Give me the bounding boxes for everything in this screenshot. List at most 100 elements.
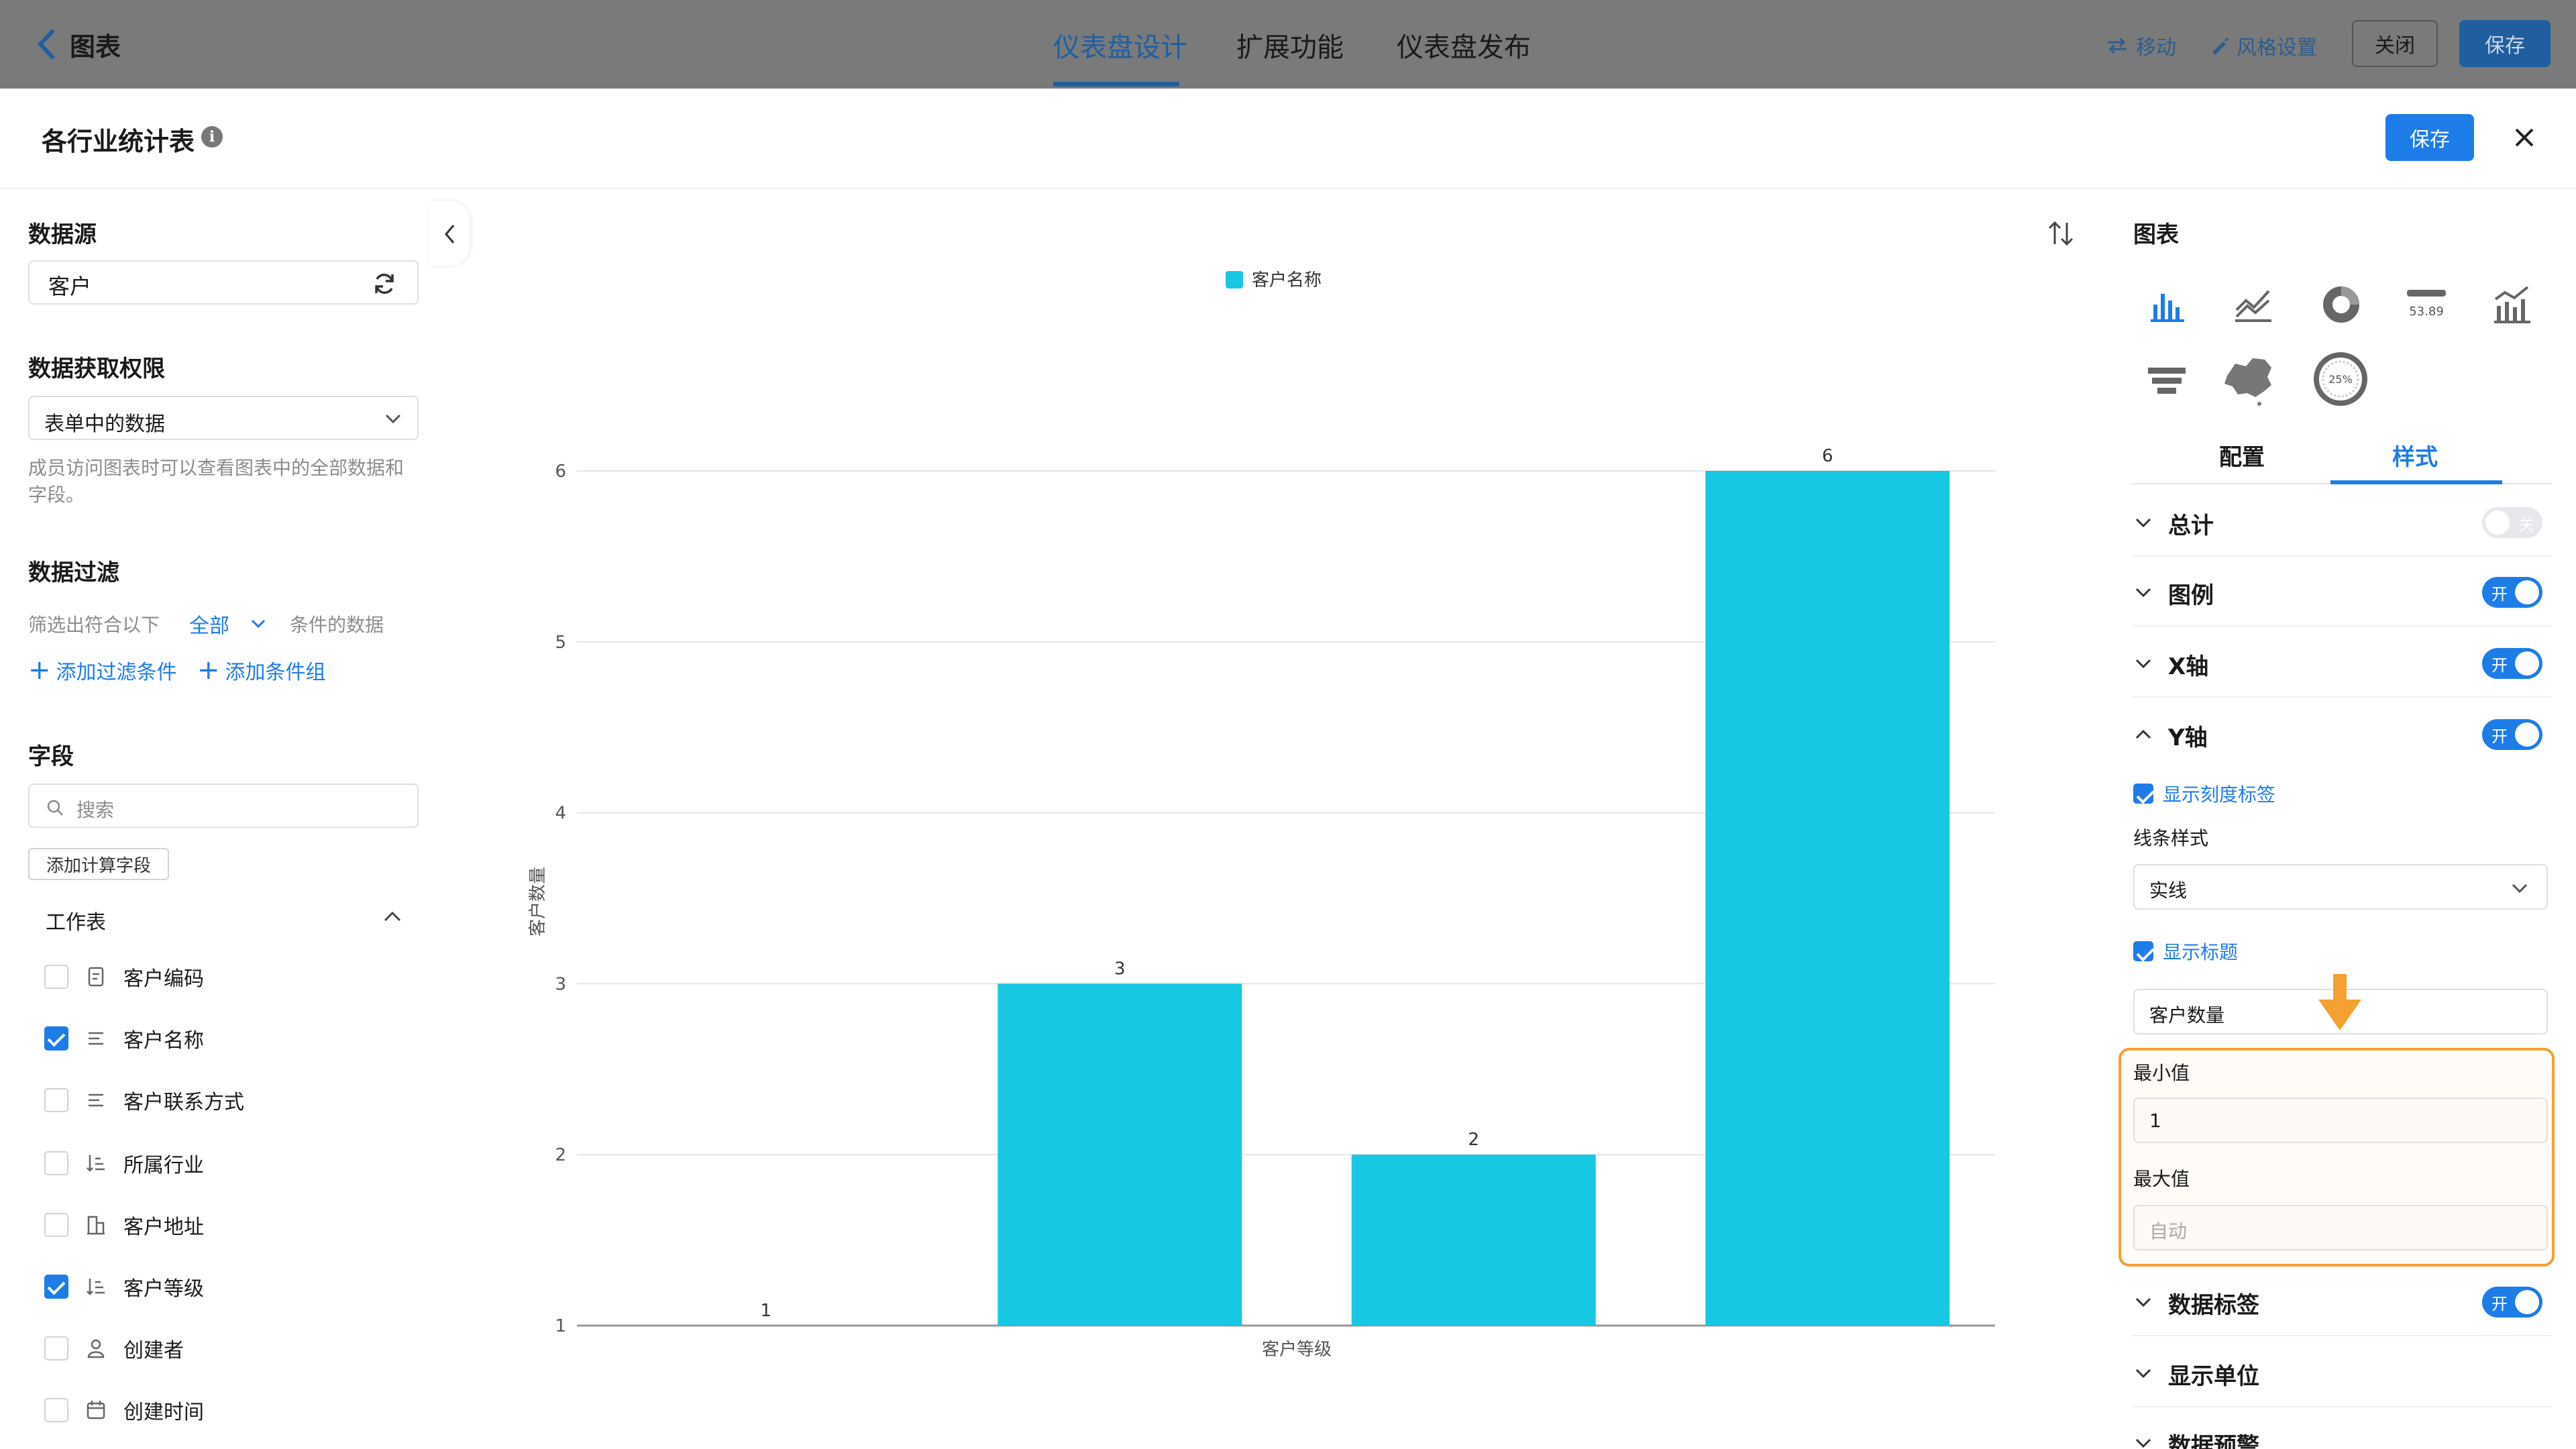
y-max-placeholder: 自动 bbox=[2149, 1220, 2188, 1242]
info-icon[interactable]: i bbox=[201, 126, 223, 148]
tab-style[interactable]: 样式 bbox=[2392, 439, 2438, 472]
sort-swap-icon[interactable] bbox=[2046, 219, 2076, 248]
x-axis-label: 客户等级 bbox=[1262, 1340, 1332, 1360]
indicator-card-icon[interactable]: 53.89 bbox=[2403, 282, 2450, 327]
field-checkbox[interactable] bbox=[44, 1336, 68, 1360]
combo-chart-icon[interactable] bbox=[2489, 282, 2534, 327]
chevron-down-icon bbox=[2135, 1368, 2151, 1379]
field-checkbox[interactable] bbox=[44, 1026, 68, 1051]
field-checkbox[interactable] bbox=[44, 1213, 68, 1237]
field-item[interactable]: 客户联系方式 bbox=[44, 1081, 244, 1119]
bar-chart-icon[interactable] bbox=[2144, 282, 2190, 327]
field-name: 客户编码 bbox=[123, 967, 204, 991]
calendar-icon bbox=[87, 1401, 105, 1419]
tab-config[interactable]: 配置 bbox=[2219, 439, 2265, 472]
fields-title: 字段 bbox=[28, 743, 74, 770]
add-filter-button[interactable]: + 添加过滤条件 bbox=[28, 655, 177, 686]
chevron-up-icon bbox=[2135, 729, 2151, 739]
data-labels-toggle[interactable]: 开 bbox=[2482, 1287, 2542, 1318]
bar bbox=[998, 983, 1242, 1326]
field-item[interactable]: 创建时间 bbox=[44, 1391, 204, 1429]
map-chart-icon[interactable] bbox=[2218, 350, 2279, 412]
add-group-button[interactable]: + 添加条件组 bbox=[197, 655, 326, 686]
ring-progress-icon[interactable]: 25% bbox=[2310, 349, 2371, 409]
field-checkbox[interactable] bbox=[44, 965, 68, 989]
refresh-icon[interactable] bbox=[372, 271, 397, 297]
tab-extensions[interactable]: 扩展功能 bbox=[1236, 25, 1344, 64]
show-title-checkbox[interactable] bbox=[2133, 941, 2153, 961]
field-checkbox[interactable] bbox=[44, 1151, 68, 1175]
toggle-text: 开 bbox=[2491, 1295, 2508, 1313]
legend-label: 客户名称 bbox=[1252, 270, 1322, 290]
back-label: 图表 bbox=[70, 32, 121, 62]
style-settings-button[interactable]: 风格设置 bbox=[2208, 31, 2317, 60]
tab-dashboard-design[interactable]: 仪表盘设计 bbox=[1053, 25, 1187, 64]
section-label: 显示单位 bbox=[2168, 1363, 2259, 1390]
back-button[interactable]: 图表 bbox=[35, 23, 121, 66]
chevron-down-icon bbox=[2135, 1297, 2151, 1307]
section-legend[interactable]: 图例 开 bbox=[2132, 557, 2552, 627]
y-min-label: 最小值 bbox=[2133, 1062, 2190, 1084]
filter-scope-select[interactable]: 全部 bbox=[189, 609, 267, 639]
section-data-warning[interactable]: 数据预警 bbox=[2132, 1407, 2552, 1449]
y-min-input[interactable]: 1 bbox=[2133, 1097, 2548, 1143]
section-display-unit[interactable]: 显示单位 bbox=[2132, 1338, 2552, 1407]
save-button[interactable]: 保存 bbox=[2385, 114, 2474, 161]
field-checkbox[interactable] bbox=[44, 1088, 68, 1112]
y-tick-labels: 1 2 3 4 5 6 bbox=[555, 462, 566, 1336]
chevron-down-icon bbox=[2135, 588, 2151, 598]
y-max-input[interactable]: 自动 bbox=[2133, 1205, 2548, 1250]
move-button[interactable]: 移动 bbox=[2105, 31, 2176, 60]
field-checkbox[interactable] bbox=[44, 1275, 68, 1299]
section-total[interactable]: 总计 关 bbox=[2132, 487, 2552, 557]
total-toggle[interactable]: 关 bbox=[2482, 507, 2542, 538]
section-xaxis[interactable]: X轴 开 bbox=[2132, 628, 2552, 698]
field-item[interactable]: 客户等级 bbox=[44, 1268, 204, 1305]
donut-chart-icon[interactable] bbox=[2318, 282, 2364, 327]
field-item[interactable]: 创建者 bbox=[44, 1330, 184, 1367]
chart-type-title: 图表 bbox=[2133, 221, 2179, 248]
top-save-button[interactable]: 保存 bbox=[2459, 20, 2551, 67]
yaxis-toggle[interactable]: 开 bbox=[2482, 719, 2542, 750]
xaxis-toggle[interactable]: 开 bbox=[2482, 648, 2542, 679]
section-data-labels[interactable]: 数据标签 开 bbox=[2132, 1267, 2552, 1336]
data-label: 6 bbox=[1822, 446, 1833, 466]
chart-bars bbox=[998, 471, 1950, 1326]
permission-select[interactable]: 表单中的数据 bbox=[28, 396, 419, 440]
data-label: 1 bbox=[760, 1301, 771, 1321]
field-search-input[interactable]: 搜索 bbox=[28, 784, 419, 828]
funnel-chart-icon[interactable] bbox=[2144, 358, 2190, 404]
show-tick-labels-checkbox[interactable] bbox=[2133, 784, 2153, 804]
collapse-panel-button[interactable] bbox=[429, 201, 470, 266]
chevron-up-icon[interactable] bbox=[382, 910, 402, 924]
toggle-text: 开 bbox=[2491, 585, 2508, 604]
field-name: 创建时间 bbox=[123, 1401, 204, 1424]
field-checkbox[interactable] bbox=[44, 1398, 68, 1422]
y-tick-label: 3 bbox=[555, 974, 566, 994]
close-icon[interactable] bbox=[2508, 121, 2541, 154]
tab-dashboard-publish[interactable]: 仪表盘发布 bbox=[1397, 25, 1531, 64]
section-yaxis[interactable]: Y轴 开 bbox=[2132, 699, 2552, 769]
field-item[interactable]: 所属行业 bbox=[44, 1144, 204, 1182]
field-item[interactable]: 客户编码 bbox=[44, 958, 204, 996]
show-title-option[interactable]: 显示标题 bbox=[2133, 938, 2238, 965]
line-style-select[interactable]: 实线 bbox=[2133, 864, 2548, 910]
show-tick-labels-option[interactable]: 显示刻度标签 bbox=[2133, 780, 2275, 807]
field-item[interactable]: 客户地址 bbox=[44, 1206, 204, 1244]
line-chart-icon[interactable] bbox=[2230, 282, 2275, 327]
add-group-label: 添加条件组 bbox=[225, 661, 326, 684]
line-style-label: 线条样式 bbox=[2133, 827, 2209, 849]
toggle-knob bbox=[2515, 580, 2539, 604]
y-tick-label: 4 bbox=[555, 804, 566, 824]
active-tab-underline bbox=[2330, 480, 2502, 484]
data-labels: 1 3 2 6 bbox=[760, 446, 1833, 1321]
toggle-text: 开 bbox=[2491, 727, 2508, 746]
field-item[interactable]: 客户名称 bbox=[44, 1020, 204, 1057]
add-calc-field-button[interactable]: 添加计算字段 bbox=[28, 848, 169, 880]
datasource-select[interactable]: 客户 bbox=[28, 260, 419, 305]
field-name: 客户名称 bbox=[123, 1029, 204, 1053]
filter-suffix: 条件的数据 bbox=[290, 614, 384, 636]
legend-toggle[interactable]: 开 bbox=[2482, 577, 2542, 608]
bar-chart: 客户名称 1 2 3 4 5 6 1 3 2 6 客户数量 客户等级 bbox=[528, 270, 1995, 1360]
close-button[interactable]: 关闭 bbox=[2352, 20, 2438, 67]
